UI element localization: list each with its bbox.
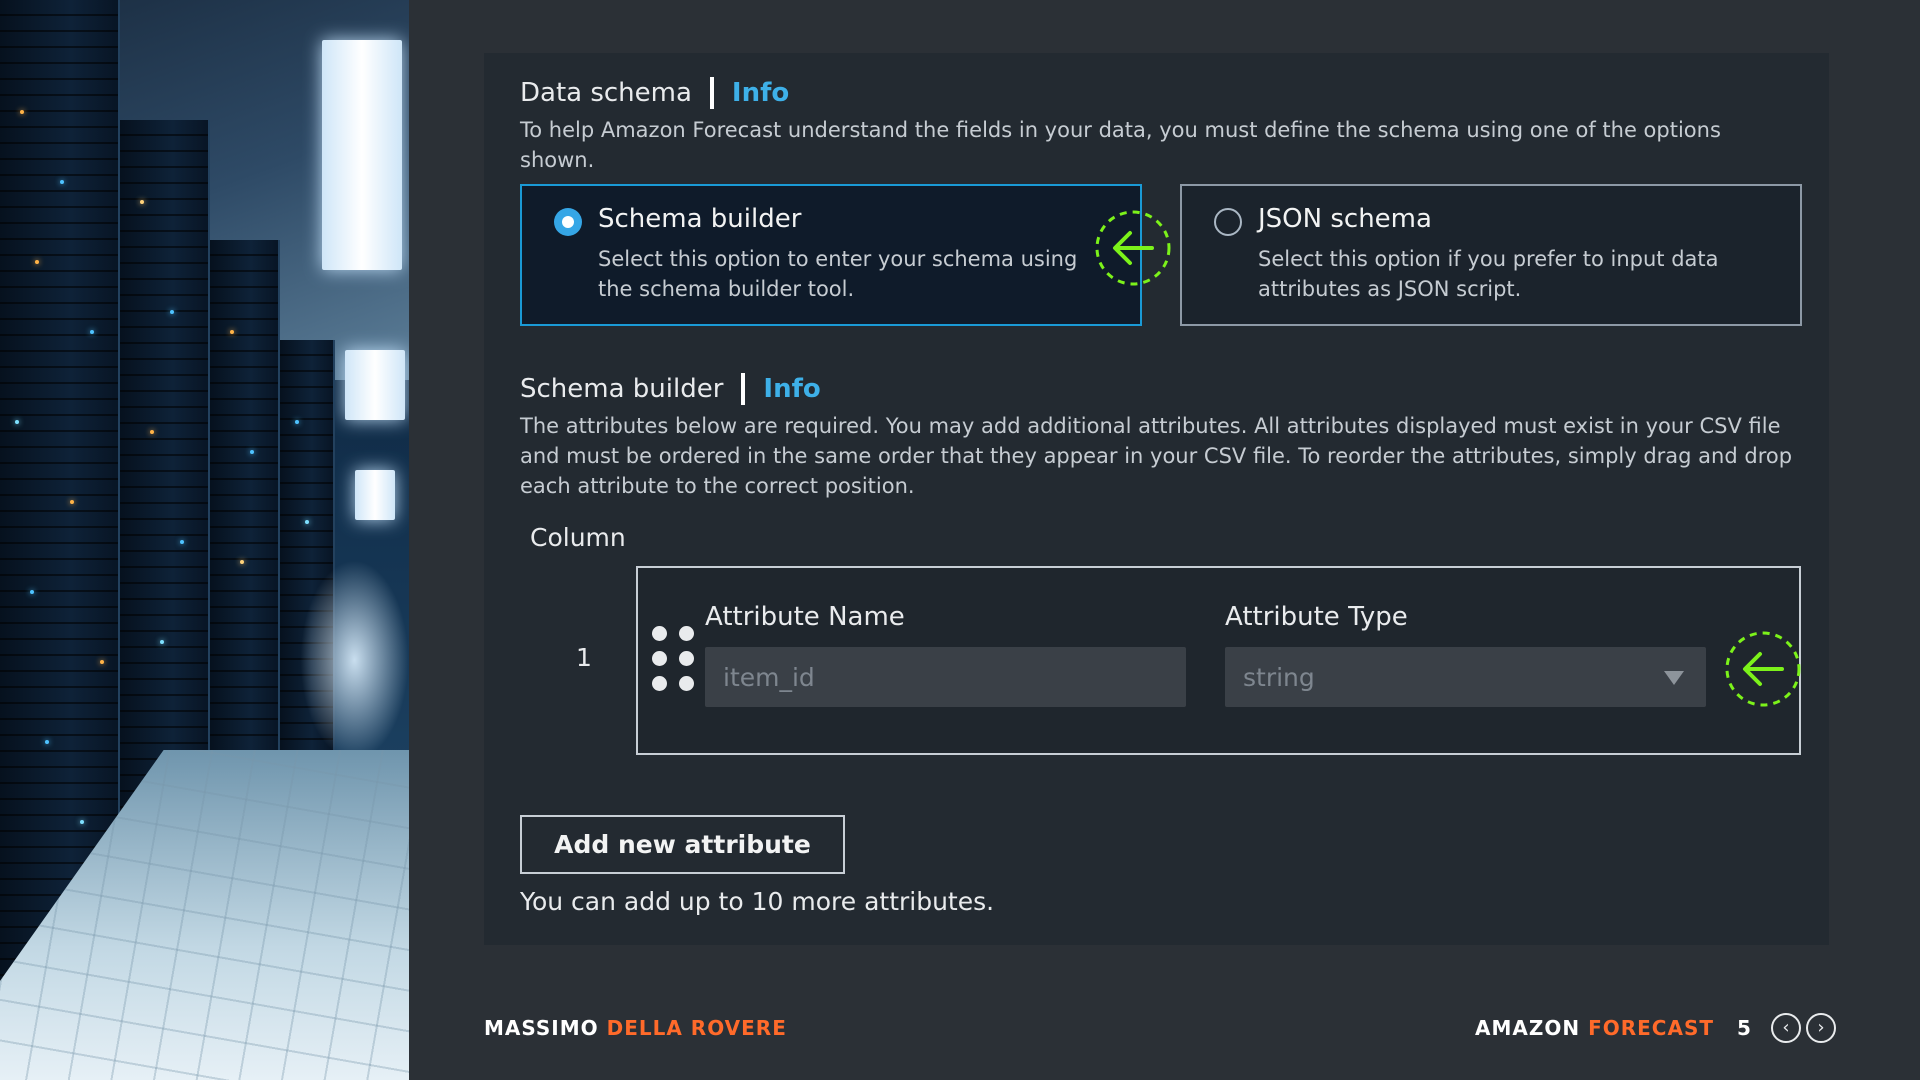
- schema-builder-option[interactable]: Schema builder Select this option to ent…: [520, 184, 1142, 326]
- led: [170, 310, 174, 314]
- schema-builder-radio[interactable]: [554, 208, 582, 236]
- schema-builder-option-description: Select this option to enter your schema …: [598, 247, 1078, 301]
- data-schema-info-link[interactable]: Info: [732, 78, 789, 108]
- ceiling-light: [322, 40, 402, 270]
- chevron-left-icon[interactable]: ‹: [1771, 1013, 1801, 1043]
- led: [250, 450, 254, 454]
- page-number: 5: [1737, 1016, 1751, 1040]
- server-room-photo: [0, 0, 409, 1080]
- drag-handle-icon[interactable]: [652, 626, 696, 692]
- schema-builder-info-link[interactable]: Info: [763, 374, 820, 404]
- arrow-left-icon: [1725, 631, 1801, 707]
- attribute-type-value: string: [1243, 662, 1315, 692]
- data-schema-description: To help Amazon Forecast understand the f…: [520, 118, 1721, 172]
- led: [140, 200, 144, 204]
- schema-builder-option-title: Schema builder: [598, 204, 802, 234]
- json-schema-option-title: JSON schema: [1258, 204, 1432, 234]
- add-new-attribute-button[interactable]: Add new attribute: [520, 815, 845, 874]
- data-schema-card: Data schema Info To help Amazon Forecast…: [484, 53, 1829, 945]
- data-schema-title: Data schema: [520, 78, 692, 108]
- led: [100, 660, 104, 664]
- caret-down-icon: [1664, 671, 1684, 685]
- author-last-name: DELLA ROVERE: [606, 1016, 787, 1040]
- arrow-left-icon: [1095, 210, 1171, 286]
- led: [80, 820, 84, 824]
- led: [90, 330, 94, 334]
- course-name: FORECAST: [1588, 1016, 1714, 1040]
- column-label: Column: [530, 523, 626, 552]
- header-divider: [741, 373, 746, 405]
- attribute-limit-text: You can add up to 10 more attributes.: [520, 887, 995, 916]
- json-schema-option[interactable]: JSON schema Select this option if you pr…: [1180, 184, 1802, 326]
- attribute-name-label: Attribute Name: [705, 602, 905, 632]
- json-schema-radio[interactable]: [1214, 208, 1242, 236]
- led: [240, 560, 244, 564]
- attribute-type-select[interactable]: string: [1225, 647, 1706, 707]
- led: [180, 540, 184, 544]
- led: [45, 740, 49, 744]
- data-schema-header: Data schema Info: [520, 77, 789, 109]
- led: [295, 420, 299, 424]
- schema-builder-title: Schema builder: [520, 374, 724, 404]
- led: [305, 520, 309, 524]
- author-first-name: MASSIMO: [484, 1016, 599, 1040]
- led: [150, 430, 154, 434]
- attribute-type-label: Attribute Type: [1225, 602, 1408, 632]
- led: [15, 420, 19, 424]
- led: [160, 640, 164, 644]
- led: [230, 330, 234, 334]
- row-number: 1: [576, 643, 592, 672]
- ceiling-light: [355, 470, 395, 520]
- footer-author: MASSIMO DELLA ROVERE: [484, 1016, 787, 1040]
- chevron-right-icon[interactable]: ›: [1806, 1013, 1836, 1043]
- led: [30, 590, 34, 594]
- led: [35, 260, 39, 264]
- attribute-name-input[interactable]: item_id: [705, 647, 1186, 707]
- led: [20, 110, 24, 114]
- led: [60, 180, 64, 184]
- ceiling-light: [345, 350, 405, 420]
- schema-builder-description: The attributes below are required. You m…: [520, 414, 1793, 498]
- header-divider: [709, 77, 714, 109]
- led: [70, 500, 74, 504]
- corridor-glow: [300, 560, 409, 760]
- schema-builder-header: Schema builder Info: [520, 373, 821, 405]
- course-brand: AMAZON: [1474, 1016, 1581, 1040]
- attribute-row: Attribute Name item_id Attribute Type st…: [636, 566, 1801, 755]
- footer-course: AMAZON FORECAST: [1475, 1016, 1714, 1040]
- json-schema-option-description: Select this option if you prefer to inpu…: [1258, 247, 1719, 301]
